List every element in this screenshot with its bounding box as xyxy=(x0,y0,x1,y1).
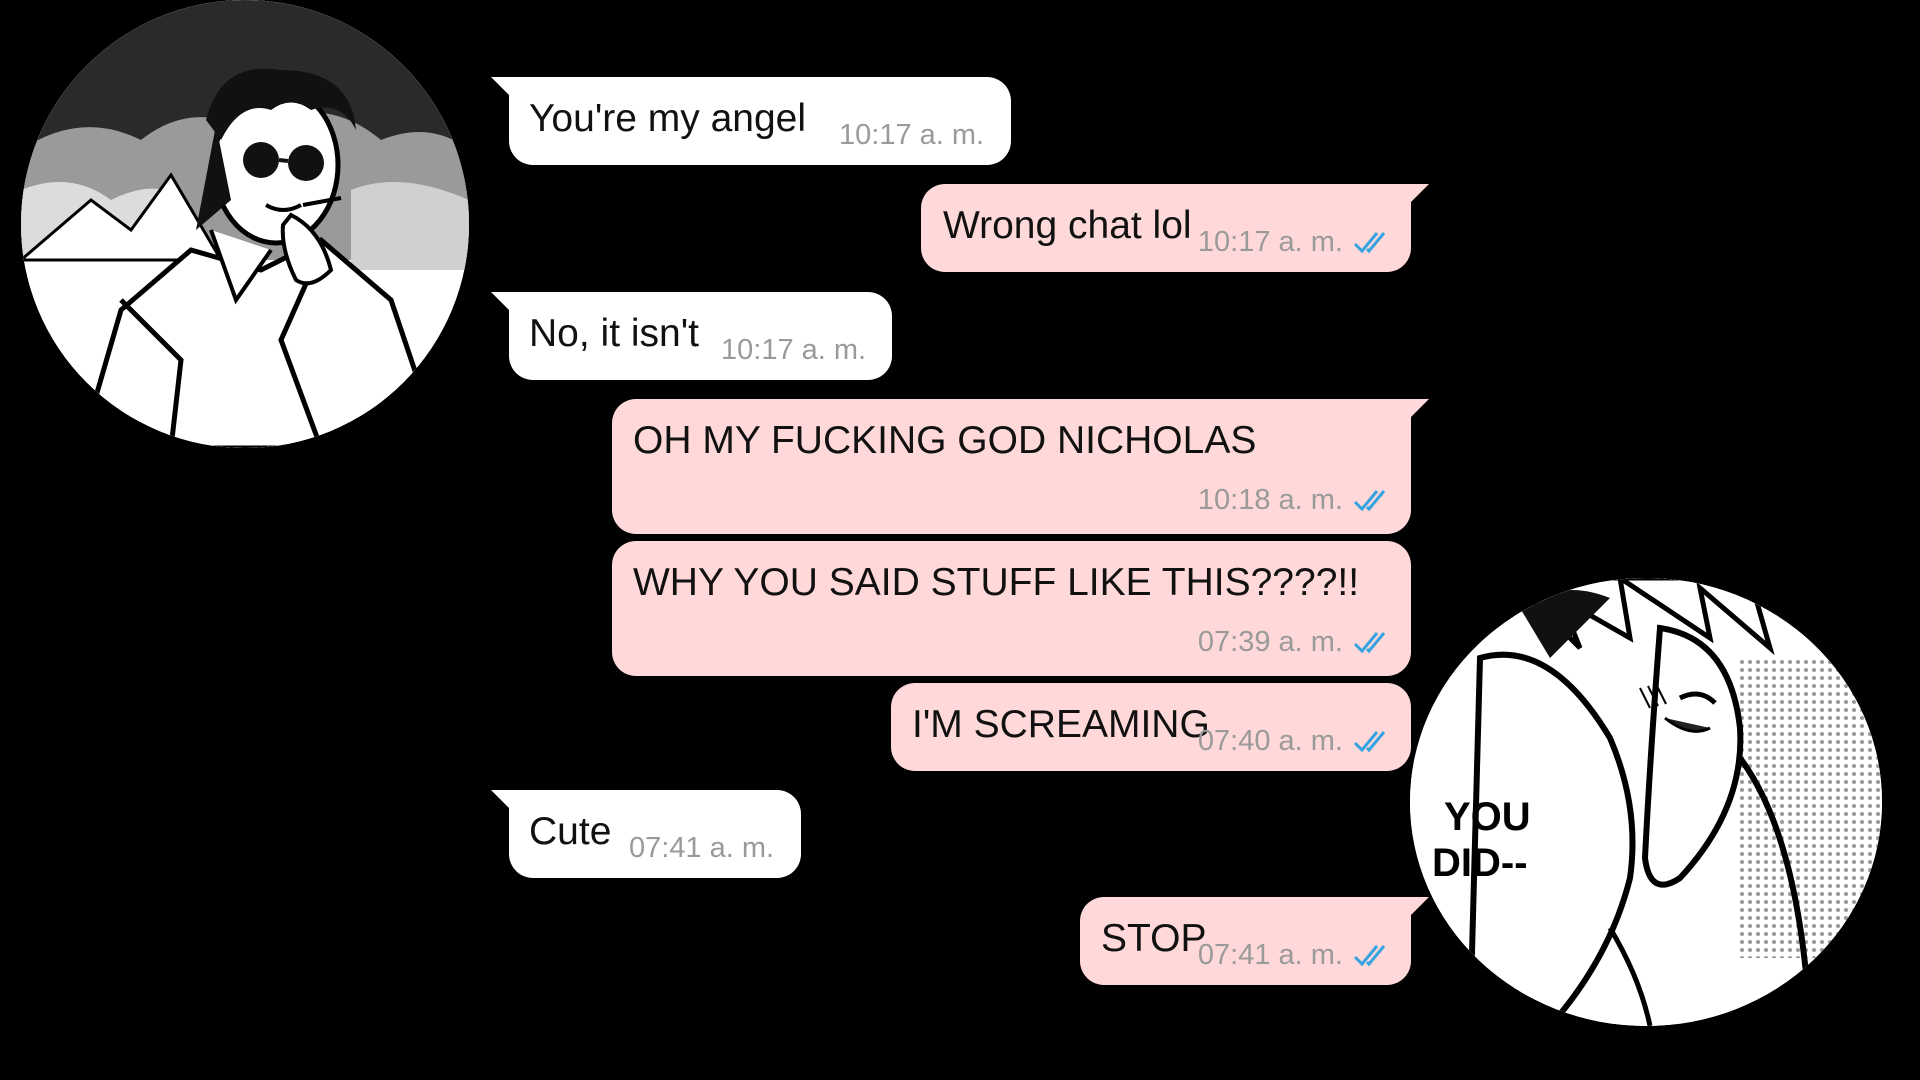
read-double-check-icon xyxy=(1353,729,1393,755)
contact-avatar-left xyxy=(21,0,469,448)
message-time: 07:40 a. m. xyxy=(1197,725,1343,757)
message-time: 07:39 a. m. xyxy=(1197,626,1343,658)
message-meta: 10:17 a. m. xyxy=(1198,228,1393,257)
manga-couple-icon: YOU DID-- xyxy=(1410,578,1882,1026)
message-text: You're my angel xyxy=(529,97,807,140)
speech-caption-line2: DID-- xyxy=(1432,841,1528,885)
message-text: STOP xyxy=(1101,917,1207,960)
message-time: 10:17 a. m. xyxy=(839,119,985,151)
read-double-check-icon xyxy=(1353,630,1393,656)
bubble-tail xyxy=(491,77,513,99)
message-meta: 07:41 a. m. xyxy=(629,834,774,863)
message-text: OH MY FUCKING GOD NICHOLAS xyxy=(633,419,1257,462)
message-time: 07:41 a. m. xyxy=(629,832,775,864)
message-text: I'M SCREAMING xyxy=(912,703,1210,746)
message-meta: 10:17 a. m. xyxy=(839,121,984,150)
contact-avatar-right: YOU DID-- xyxy=(1410,578,1882,1026)
message-text: No, it isn't xyxy=(529,312,699,355)
message-meta: 10:17 a. m. xyxy=(721,336,866,365)
message-bubble-outgoing[interactable]: STOP 07:41 a. m. xyxy=(1080,897,1429,985)
message-bubble-outgoing[interactable]: I'M SCREAMING 07:40 a. m. xyxy=(891,683,1411,771)
message-text: WHY YOU SAID STUFF LIKE THIS????!! xyxy=(633,561,1360,604)
speech-caption-line1: YOU xyxy=(1444,795,1531,839)
message-meta: 07:39 a. m. xyxy=(1198,628,1393,657)
message-bubble-outgoing[interactable]: OH MY FUCKING GOD NICHOLAS 10:18 a. m. xyxy=(612,399,1429,534)
bubble-tail xyxy=(491,292,513,314)
message-bubble-outgoing[interactable]: Wrong chat lol 10:17 a. m. xyxy=(921,184,1429,272)
bubble-tail xyxy=(491,790,513,812)
read-double-check-icon xyxy=(1353,230,1393,256)
read-double-check-icon xyxy=(1353,488,1393,514)
message-meta: 10:18 a. m. xyxy=(1198,486,1393,515)
message-time: 10:18 a. m. xyxy=(1197,484,1343,516)
message-text: Wrong chat lol xyxy=(943,204,1192,247)
message-bubble-incoming[interactable]: You're my angel 10:17 a. m. xyxy=(491,77,1011,165)
message-bubble-incoming[interactable]: Cute 07:41 a. m. xyxy=(491,790,801,878)
message-time: 10:17 a. m. xyxy=(721,334,867,366)
message-bubble-incoming[interactable]: No, it isn't 10:17 a. m. xyxy=(491,292,892,380)
message-meta: 07:41 a. m. xyxy=(1198,941,1393,970)
read-double-check-icon xyxy=(1353,943,1393,969)
bubble-tail xyxy=(1407,399,1429,421)
manga-man-sunglasses-icon xyxy=(21,0,469,448)
message-time: 07:41 a. m. xyxy=(1197,939,1343,971)
bubble-tail xyxy=(1407,184,1429,206)
chat-screenshot: YOU DID-- You're my angel 10:17 a. m. Wr… xyxy=(0,0,1920,1080)
message-time: 10:17 a. m. xyxy=(1197,226,1343,258)
message-bubble-outgoing[interactable]: WHY YOU SAID STUFF LIKE THIS????!! 07:39… xyxy=(612,541,1411,676)
message-text: Cute xyxy=(529,810,612,853)
bubble-tail xyxy=(1407,897,1429,919)
message-meta: 07:40 a. m. xyxy=(1198,727,1393,756)
